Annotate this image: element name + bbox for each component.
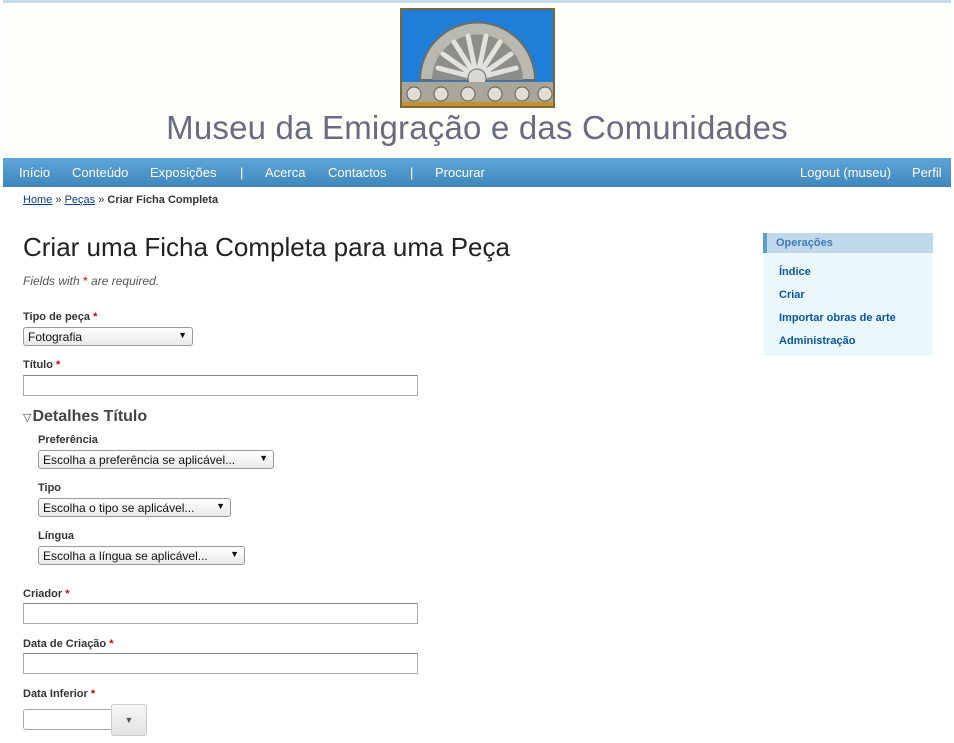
required-fields-note: Fields with * are required.	[23, 274, 159, 288]
operations-sidebar: Operações Índice Criar Importar obras de…	[763, 233, 933, 356]
menu-item-contactos[interactable]: Contactos	[328, 165, 387, 180]
page: Museu da Emigração e das Comunidades Iní…	[3, 0, 951, 743]
note-prefix: Fields with	[23, 274, 80, 288]
breadcrumb: Home » Peças » Criar Ficha Completa	[23, 194, 218, 206]
museum-arch-logo	[402, 10, 553, 106]
preferencia-select[interactable]: Escolha a preferência se aplicável... ▼	[38, 450, 274, 469]
preferencia-selected-value: Escolha a preferência se aplicável...	[43, 453, 236, 467]
tipo-label: Tipo	[38, 482, 62, 494]
menu-item-procurar[interactable]: Procurar	[435, 165, 485, 180]
lingua-selected-value: Escolha a língua se aplicável...	[43, 549, 208, 563]
breadcrumb-separator: »	[98, 194, 105, 206]
tipo-selected-value: Escolha o tipo se aplicável...	[43, 501, 195, 515]
titulo-label-text: Título	[23, 359, 53, 371]
operations-heading: Operações	[763, 233, 933, 253]
detalhes-titulo-toggle[interactable]: ▽Detalhes Título	[23, 408, 147, 426]
required-star: *	[65, 588, 70, 600]
menu-item-exposicoes[interactable]: Exposições	[150, 165, 216, 180]
lingua-label: Língua	[38, 530, 75, 542]
lingua-select[interactable]: Escolha a língua se aplicável... ▼	[38, 546, 245, 565]
logo	[400, 8, 555, 108]
data-criacao-label-text: Data de Criação	[23, 638, 107, 650]
tipo-peca-select[interactable]: Fotografia ▼	[23, 327, 193, 346]
tipo-peca-label: Tipo de peça *	[23, 311, 97, 323]
criador-label-text: Criador	[23, 588, 63, 600]
operation-indice-link[interactable]: Índice	[779, 266, 811, 278]
menu-item-acerca[interactable]: Acerca	[265, 165, 305, 180]
menu-separator: |	[410, 165, 414, 180]
required-star: *	[93, 311, 98, 323]
main-menu: Início Conteúdo Exposições | Acerca Cont…	[3, 158, 951, 187]
required-star: *	[56, 359, 61, 371]
titulo-input[interactable]	[23, 375, 418, 396]
criador-label: Criador *	[23, 588, 69, 600]
menu-separator: |	[240, 165, 244, 180]
tipo-select[interactable]: Escolha o tipo se aplicável... ▼	[38, 498, 231, 517]
breadcrumb-current: Criar Ficha Completa	[107, 194, 219, 206]
data-inferior-input[interactable]	[23, 709, 112, 730]
dropdown-arrow-icon: ▼	[124, 715, 134, 725]
required-star: *	[90, 688, 96, 700]
breadcrumb-separator: »	[55, 194, 62, 206]
tipo-peca-selected-value: Fotografia	[28, 330, 83, 344]
preferencia-label: Preferência	[38, 434, 98, 446]
data-criacao-label: Data de Criação *	[23, 638, 114, 650]
dropdown-arrow-icon: ▼	[178, 330, 187, 340]
triangle-down-icon: ▽	[23, 412, 32, 424]
data-inferior-label-text: Data Inferior	[23, 688, 88, 700]
dropdown-arrow-icon: ▼	[216, 501, 225, 511]
required-star: *	[109, 638, 114, 650]
operation-criar-link[interactable]: Criar	[779, 289, 805, 301]
detalhes-titulo-legend: Detalhes Título	[32, 408, 148, 425]
site-title: Museu da Emigração e das Comunidades	[166, 109, 788, 146]
data-inferior-label: Data Inferior *	[23, 688, 95, 700]
tipo-peca-label-text: Tipo de peça	[23, 311, 91, 323]
data-inferior-dropdown-button[interactable]: ▼	[111, 704, 147, 736]
menu-item-conteudo[interactable]: Conteúdo	[72, 165, 128, 180]
menu-item-inicio[interactable]: Início	[19, 165, 50, 180]
titulo-label: Título *	[23, 359, 60, 371]
required-star: *	[83, 274, 88, 288]
breadcrumb-pecas-link[interactable]: Peças	[65, 194, 96, 206]
criador-input[interactable]	[23, 603, 418, 624]
page-title: Criar uma Ficha Completa para uma Peça	[23, 232, 510, 262]
dropdown-arrow-icon: ▼	[259, 453, 268, 463]
operation-administracao-link[interactable]: Administração	[779, 335, 855, 347]
menu-item-perfil[interactable]: Perfil	[912, 165, 942, 180]
breadcrumb-home-link[interactable]: Home	[23, 194, 52, 206]
note-suffix: are required.	[91, 274, 160, 288]
data-criacao-input[interactable]	[23, 653, 418, 674]
header: Museu da Emigração e das Comunidades	[3, 3, 951, 158]
dropdown-arrow-icon: ▼	[230, 549, 239, 559]
operation-importar-link[interactable]: Importar obras de arte	[779, 312, 896, 324]
menu-item-logout[interactable]: Logout (museu)	[800, 165, 891, 180]
